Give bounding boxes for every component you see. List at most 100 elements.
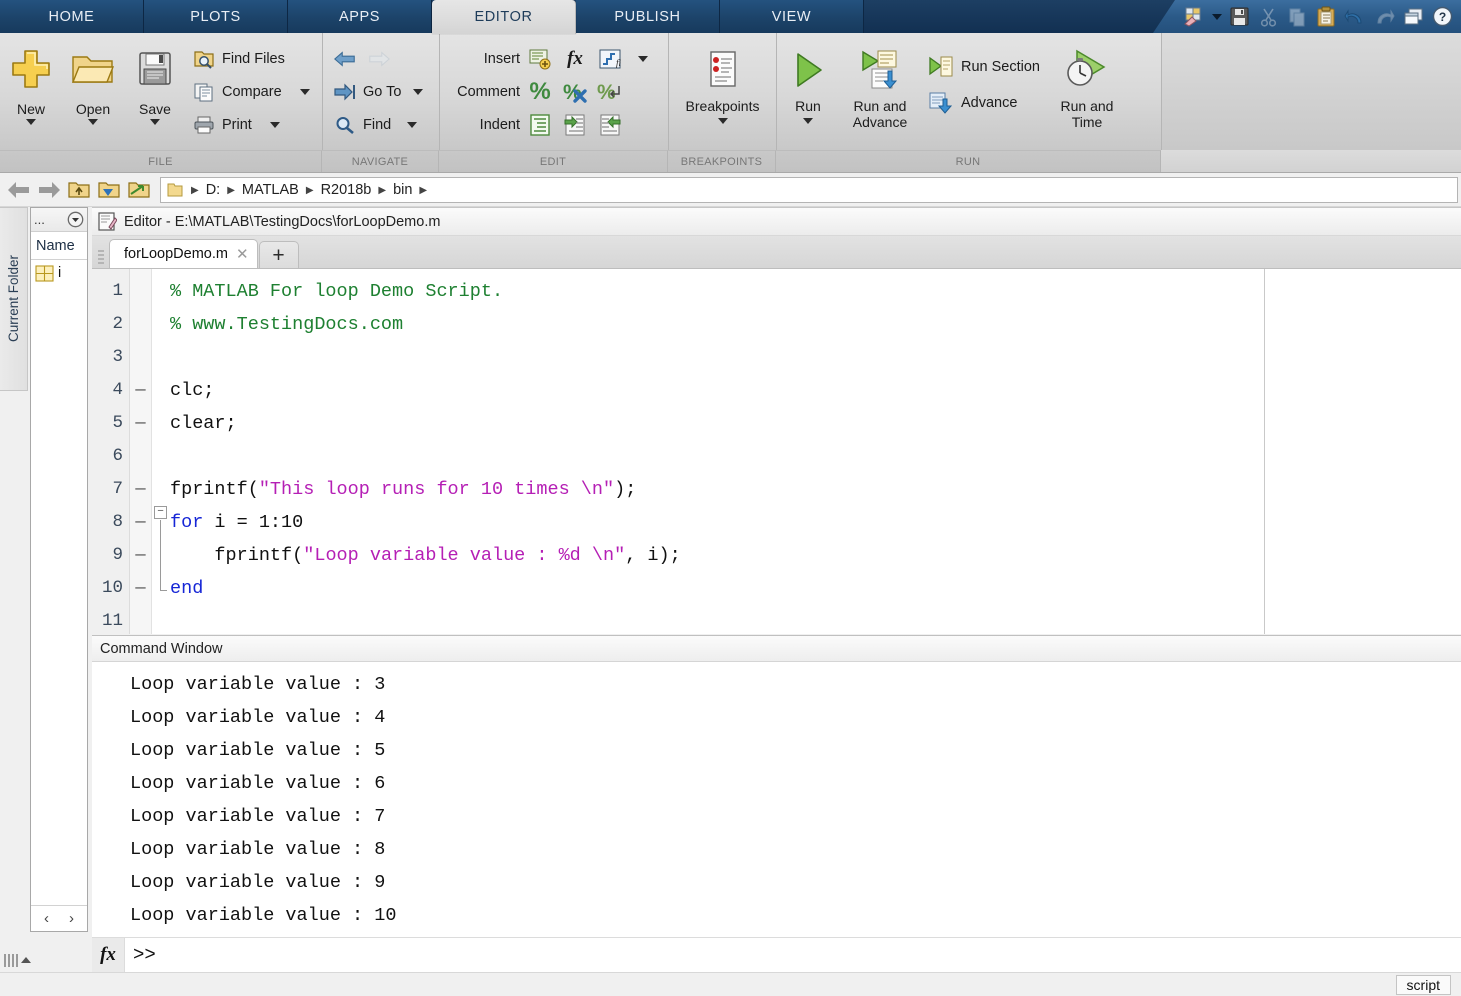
browse-folder-icon[interactable] bbox=[94, 176, 124, 204]
insert-section-icon[interactable] bbox=[525, 45, 555, 73]
compare-caret[interactable] bbox=[299, 88, 310, 95]
nav-prev-button[interactable]: ‹ bbox=[44, 910, 49, 927]
chevron-down-icon[interactable] bbox=[1210, 4, 1223, 30]
breakpoints-caret[interactable] bbox=[717, 117, 728, 124]
command-window-output[interactable]: Loop variable value : 3 Loop variable va… bbox=[92, 662, 1461, 937]
run-button-caret[interactable] bbox=[803, 117, 813, 124]
save-button-caret[interactable] bbox=[150, 119, 160, 126]
main-area: Current Folder ... Name i ‹ › Editor - E… bbox=[0, 207, 1461, 972]
run-and-advance-button[interactable]: Run and Advance bbox=[839, 37, 921, 145]
list-item[interactable]: i bbox=[31, 260, 87, 286]
goto-folder-icon[interactable] bbox=[124, 176, 154, 204]
fx-function-browser-icon[interactable]: fx bbox=[92, 938, 125, 972]
uncomment-icon[interactable]: % bbox=[560, 78, 590, 106]
find-caret[interactable] bbox=[407, 121, 418, 128]
executable-mark[interactable]: — bbox=[130, 407, 151, 440]
executable-mark[interactable]: — bbox=[130, 374, 151, 407]
close-icon[interactable]: ✕ bbox=[236, 245, 249, 263]
panel-options-icon[interactable] bbox=[67, 211, 84, 228]
tab-apps[interactable]: APPS bbox=[288, 0, 432, 33]
paste-icon[interactable] bbox=[1313, 4, 1339, 30]
indent-left-icon[interactable] bbox=[595, 111, 625, 139]
tab-home[interactable]: HOME bbox=[0, 0, 144, 33]
grip-up-icon[interactable] bbox=[21, 957, 31, 963]
executable-mark[interactable]: — bbox=[130, 572, 151, 605]
copy-icon[interactable] bbox=[1284, 4, 1310, 30]
tab-strip-handle[interactable] bbox=[98, 246, 106, 268]
executable-mark[interactable] bbox=[130, 605, 151, 634]
find-files-button[interactable]: Find Files bbox=[186, 42, 318, 75]
tab-plots[interactable]: PLOTS bbox=[144, 0, 288, 33]
back-arrow-icon[interactable] bbox=[333, 49, 357, 69]
column-header-name[interactable]: Name bbox=[31, 232, 87, 260]
tab-editor[interactable]: EDITOR bbox=[432, 0, 576, 34]
breadcrumb-item-drive[interactable]: D: bbox=[203, 182, 224, 198]
find-button[interactable]: Find bbox=[327, 108, 431, 141]
find-label: Find bbox=[363, 116, 392, 133]
breakpoint-gutter[interactable]: — — — — — — bbox=[130, 269, 152, 634]
advance-button[interactable]: Advance bbox=[921, 85, 1048, 121]
go-to-button[interactable]: Go To bbox=[327, 75, 431, 108]
executable-mark[interactable]: — bbox=[130, 539, 151, 572]
print-button[interactable]: Print bbox=[186, 108, 318, 141]
nav-next-button[interactable]: › bbox=[69, 910, 74, 927]
executable-mark[interactable] bbox=[130, 275, 151, 308]
undo-icon[interactable] bbox=[1342, 4, 1368, 30]
back-arrow-icon[interactable] bbox=[4, 176, 34, 204]
print-label: Print bbox=[222, 116, 252, 133]
wrap-comment-icon[interactable]: % bbox=[595, 78, 625, 106]
current-folder-panel-header: ... bbox=[31, 208, 87, 232]
breadcrumb-item-matlab[interactable]: MATLAB bbox=[239, 182, 302, 198]
breadcrumb-item-bin[interactable]: bin bbox=[390, 182, 415, 198]
forward-arrow-icon[interactable] bbox=[34, 176, 64, 204]
insert-caret[interactable] bbox=[638, 55, 648, 62]
executable-mark[interactable]: — bbox=[130, 473, 151, 506]
executable-mark[interactable]: — bbox=[130, 506, 151, 539]
comment-label: Comment bbox=[457, 83, 520, 100]
run-section-button[interactable]: Run Section bbox=[921, 49, 1048, 85]
code-text[interactable]: − % MATLAB For loop Demo Script. % www.T… bbox=[152, 269, 1461, 634]
code-fold-toggle[interactable]: − bbox=[154, 506, 167, 519]
current-folder-strip[interactable]: Current Folder bbox=[0, 207, 28, 391]
layout-eraser-icon[interactable] bbox=[1181, 4, 1207, 30]
tab-publish[interactable]: PUBLISH bbox=[576, 0, 720, 33]
save-icon[interactable] bbox=[1226, 4, 1252, 30]
print-caret[interactable] bbox=[269, 121, 280, 128]
cut-icon[interactable] bbox=[1255, 4, 1281, 30]
smart-indent-icon[interactable] bbox=[525, 111, 555, 139]
breadcrumb-item-release[interactable]: R2018b bbox=[318, 182, 375, 198]
run-button[interactable]: Run bbox=[777, 37, 839, 145]
breakpoints-button[interactable]: Breakpoints bbox=[670, 37, 776, 145]
ribbon-group-labels: FILE NAVIGATE EDIT BREAKPOINTS RUN bbox=[0, 150, 1461, 172]
go-to-caret[interactable] bbox=[413, 88, 424, 95]
save-button[interactable]: Save bbox=[124, 37, 186, 145]
insert-if-icon[interactable]: fi bbox=[595, 45, 625, 73]
insert-function-icon[interactable]: fx bbox=[560, 45, 590, 73]
command-prompt-row[interactable]: fx >> bbox=[92, 937, 1461, 972]
new-button-caret[interactable] bbox=[26, 119, 36, 126]
executable-mark[interactable] bbox=[130, 308, 151, 341]
run-and-time-button[interactable]: Run and Time bbox=[1048, 37, 1126, 145]
editor-header-title: Editor - E:\MATLAB\TestingDocs\forLoopDe… bbox=[124, 213, 441, 230]
tab-view[interactable]: VIEW bbox=[720, 0, 864, 33]
breadcrumb-sep: ▶ bbox=[305, 184, 314, 196]
compare-button[interactable]: Compare bbox=[186, 75, 318, 108]
new-tab-button[interactable]: + bbox=[258, 241, 299, 268]
new-button[interactable]: New bbox=[0, 37, 62, 145]
open-button[interactable]: Open bbox=[62, 37, 124, 145]
forward-arrow-icon[interactable] bbox=[367, 49, 391, 69]
editor-tab-forloopdemo[interactable]: forLoopDemo.m ✕ bbox=[109, 239, 258, 268]
switch-windows-icon[interactable] bbox=[1400, 4, 1426, 30]
up-folder-icon[interactable] bbox=[64, 176, 94, 204]
path-breadcrumb-box[interactable]: ▶ D: ▶ MATLAB ▶ R2018b ▶ bin ▶ bbox=[160, 177, 1458, 203]
executable-mark[interactable] bbox=[130, 341, 151, 374]
code-editor[interactable]: 1 2 3 4 5 6 7 8 9 10 11 — — — — — — − % … bbox=[92, 268, 1461, 634]
help-icon[interactable]: ? bbox=[1429, 4, 1455, 30]
panel-ellipsis[interactable]: ... bbox=[34, 212, 45, 227]
indent-right-icon[interactable] bbox=[560, 111, 590, 139]
panel-resize-grip[interactable] bbox=[4, 950, 50, 970]
open-button-caret[interactable] bbox=[88, 119, 98, 126]
comment-icon[interactable]: % bbox=[525, 78, 555, 106]
redo-icon[interactable] bbox=[1371, 4, 1397, 30]
executable-mark[interactable] bbox=[130, 440, 151, 473]
